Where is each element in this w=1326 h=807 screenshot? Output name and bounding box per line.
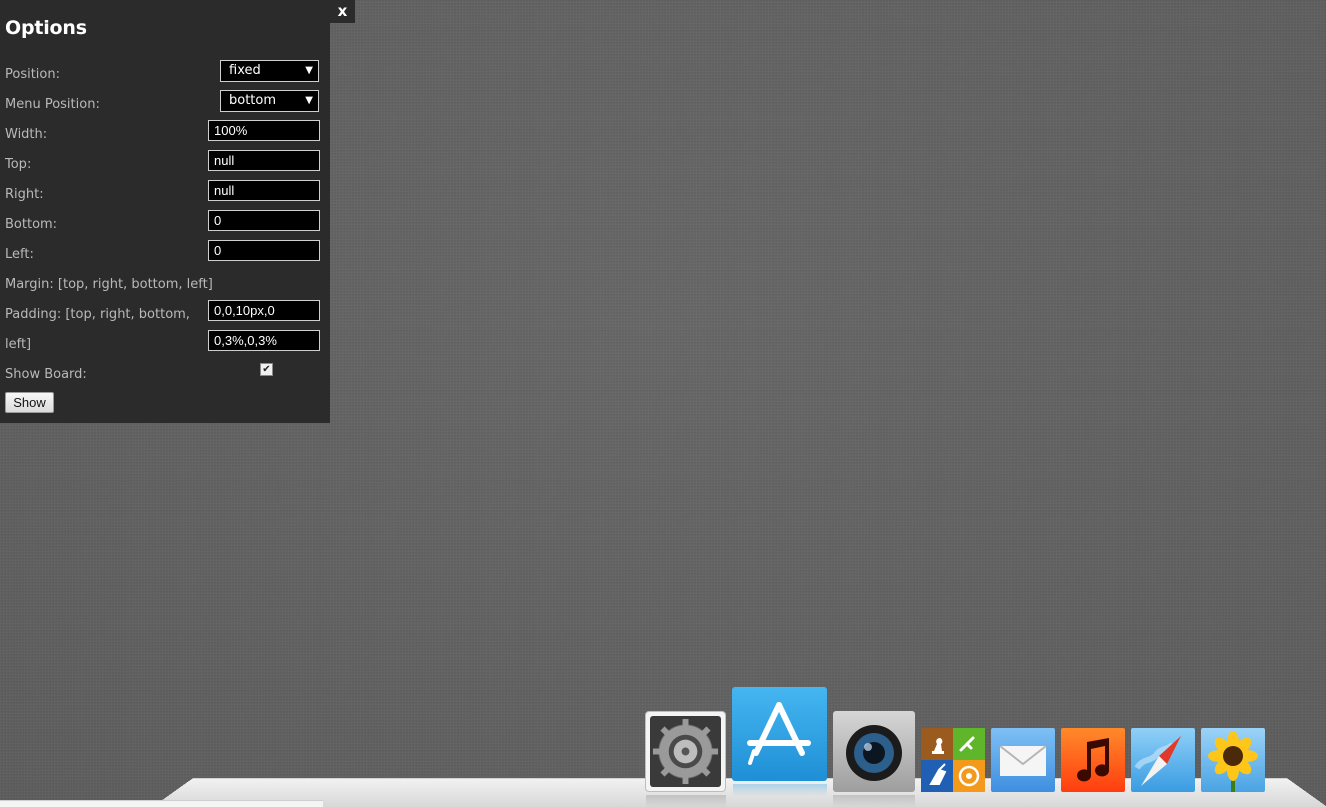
menu-position-select-value: bottom	[229, 93, 277, 108]
games-grid-icon	[921, 728, 985, 792]
app-store-glyph-icon	[747, 702, 811, 765]
system-preferences-icon[interactable]	[645, 711, 726, 792]
music-note-icon	[1077, 738, 1110, 782]
bottom-label: Bottom:	[5, 217, 58, 232]
flower-icon	[1208, 731, 1258, 792]
close-button[interactable]: x	[330, 0, 355, 23]
camera-icon[interactable]	[833, 711, 915, 792]
gear-icon	[650, 716, 721, 787]
chevron-down-icon: ▼	[305, 95, 313, 106]
margin-label: Margin: [top, right, bottom, left]	[5, 277, 213, 292]
padding-label: Padding: [top, right, bottom,	[5, 307, 190, 322]
compass-icon	[1134, 736, 1181, 786]
top-input[interactable]	[208, 150, 320, 171]
options-title: Options	[5, 17, 87, 39]
camera-lens-icon	[846, 725, 902, 781]
padding-input[interactable]	[208, 330, 320, 351]
position-label: Position:	[5, 67, 60, 82]
padding-label-continued: left]	[5, 337, 32, 352]
left-label: Left:	[5, 247, 34, 262]
safari-icon[interactable]	[1131, 728, 1195, 792]
show-board-checkbox[interactable]: ✔	[260, 363, 273, 376]
menu-position-select[interactable]: bottom ▼	[220, 90, 319, 112]
bottom-input[interactable]	[208, 210, 320, 231]
right-input[interactable]	[208, 180, 320, 201]
right-label: Right:	[5, 187, 44, 202]
options-panel: Options Position: fixed ▼ Menu Position:…	[0, 0, 330, 423]
dock-sliver	[0, 800, 323, 807]
sunflower-icon[interactable]	[1201, 728, 1265, 792]
margin-input[interactable]	[208, 300, 320, 321]
music-icon[interactable]	[1061, 728, 1125, 792]
checkmark-icon: ✔	[262, 364, 271, 375]
width-input[interactable]	[208, 120, 320, 141]
games-icon[interactable]	[921, 728, 985, 792]
app-store-icon[interactable]	[732, 687, 827, 781]
chevron-down-icon: ▼	[305, 65, 313, 76]
envelope-icon	[999, 745, 1047, 776]
show-board-label: Show Board:	[5, 367, 87, 382]
left-input[interactable]	[208, 240, 320, 261]
width-label: Width:	[5, 127, 48, 142]
position-select-value: fixed	[229, 63, 261, 78]
menu-position-label: Menu Position:	[5, 97, 100, 112]
top-label: Top:	[5, 157, 32, 172]
position-select[interactable]: fixed ▼	[220, 60, 319, 82]
show-button[interactable]: Show	[5, 392, 54, 413]
mail-icon[interactable]	[991, 728, 1055, 792]
